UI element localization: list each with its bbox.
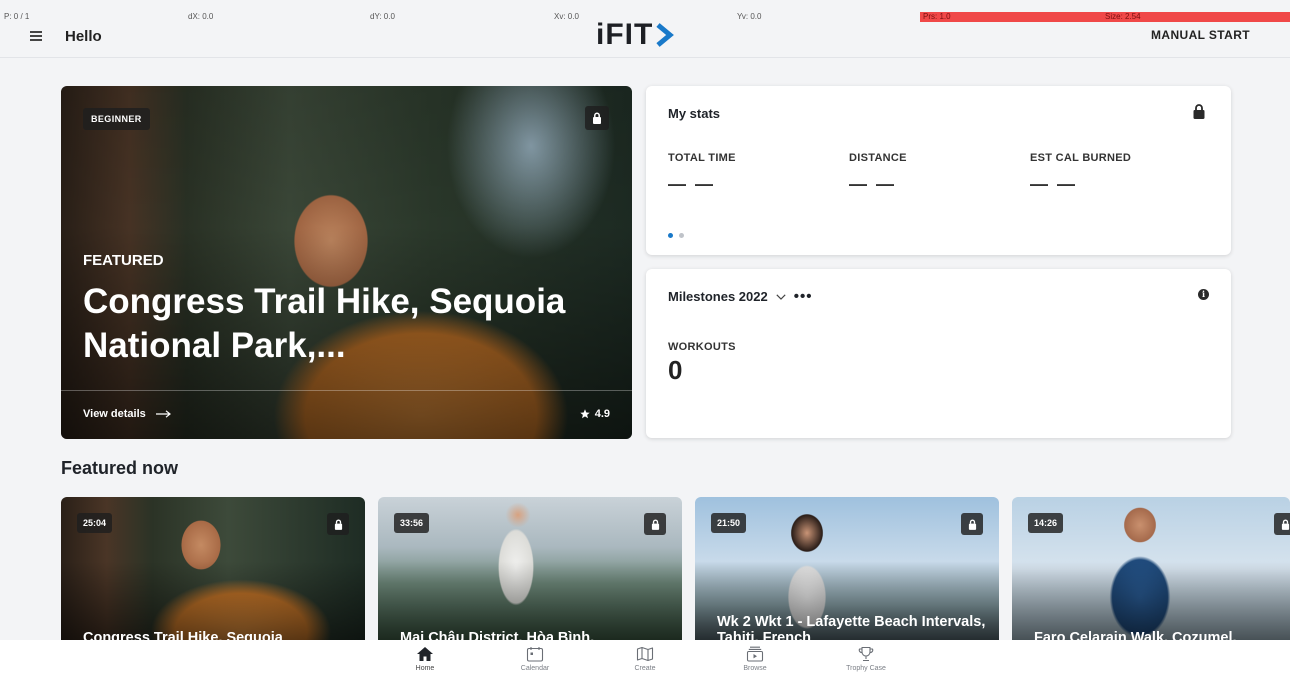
lock-icon <box>1274 513 1290 535</box>
hero-divider <box>61 390 632 391</box>
hero-title: Congress Trail Hike, Sequoia National Pa… <box>83 282 566 365</box>
duration-badge: 14:26 <box>1028 513 1064 533</box>
nav-item-browse[interactable]: Browse <box>715 646 795 672</box>
nav-label: Home <box>415 665 435 672</box>
debug-pointer: P: 0 / 1 <box>4 12 30 21</box>
app-header: Hello iFIT MANUAL START <box>0 18 1290 58</box>
logo-text: iFIT <box>596 18 654 51</box>
lock-icon <box>644 513 666 535</box>
debug-yv: Yv: 0.0 <box>737 12 762 21</box>
manual-start-button[interactable]: MANUAL START <box>1151 28 1250 42</box>
nav-item-create[interactable]: Create <box>605 646 685 672</box>
ifit-logo: iFIT <box>596 18 677 52</box>
browse-icon <box>746 646 764 662</box>
duration-badge: 33:56 <box>394 513 430 533</box>
featured-label: FEATURED <box>83 252 164 269</box>
stat-distance: DISTANCE — — <box>849 152 907 195</box>
rating: 4.9 <box>580 408 610 420</box>
logo-chevron-icon <box>656 23 675 47</box>
bottom-nav: Home Calendar Create Browse Trophy Case <box>0 640 1290 679</box>
milestones-title: Milestones 2022 <box>668 289 768 304</box>
workouts-count: 0 <box>668 355 683 385</box>
menu-icon[interactable] <box>30 30 44 42</box>
map-icon <box>636 646 654 662</box>
nav-item-trophy-case[interactable]: Trophy Case <box>826 646 906 672</box>
debug-pressure: Prs: 1.0 <box>920 12 1102 22</box>
workout-title: Wk 2 Wkt 1 - Lafayette Beach Intervals, … <box>717 614 986 640</box>
workout-card[interactable]: 25:04 Congress Trail Hike, Sequoia <box>61 497 365 640</box>
level-badge: BEGINNER <box>83 108 150 130</box>
workout-title: Faro Celarain Walk, Cozumel, <box>1034 630 1237 640</box>
home-icon <box>417 647 433 661</box>
lock-icon <box>327 513 349 535</box>
calendar-icon <box>526 647 544 662</box>
stat-value: — — <box>1030 174 1078 194</box>
lock-icon <box>585 106 609 130</box>
view-details-link[interactable]: View details <box>83 408 172 420</box>
view-details-label: View details <box>83 408 146 420</box>
nav-label: Calendar <box>520 665 550 672</box>
my-stats-card[interactable]: My stats TOTAL TIME — — DISTANCE — — EST… <box>646 86 1231 255</box>
workouts-label: WORKOUTS <box>668 341 736 353</box>
stat-label: TOTAL TIME <box>668 152 736 164</box>
trophy-icon <box>858 646 874 662</box>
page-dot-active[interactable] <box>668 233 673 238</box>
featured-hero-card[interactable]: BEGINNER FEATURED Congress Trail Hike, S… <box>61 86 632 439</box>
workout-title: Congress Trail Hike, Sequoia <box>83 630 283 640</box>
greeting: Hello <box>65 28 102 45</box>
debug-xv: Xv: 0.0 <box>554 12 579 21</box>
stat-value: — — <box>849 174 897 194</box>
info-icon[interactable]: i <box>1198 289 1209 300</box>
rating-value: 4.9 <box>594 408 610 420</box>
stat-label: EST CAL BURNED <box>1030 152 1132 164</box>
nav-item-calendar[interactable]: Calendar <box>495 646 575 672</box>
nav-label: Browse <box>743 665 767 672</box>
stat-total-time: TOTAL TIME — — <box>668 152 736 195</box>
milestones-card[interactable]: Milestones 2022 ••• i WORKOUTS 0 <box>646 269 1231 438</box>
chevron-down-icon[interactable] <box>776 293 786 300</box>
workout-card[interactable]: 33:56 Mai Châu District, Hòa Bình, <box>378 497 682 640</box>
stat-est-cal-burned: EST CAL BURNED — — <box>1030 152 1131 195</box>
page-dot[interactable] <box>679 233 684 238</box>
stats-title: My stats <box>668 106 721 121</box>
workout-title: Mai Châu District, Hòa Bình, <box>400 630 595 640</box>
nav-label: Create <box>634 665 656 672</box>
workout-card[interactable]: 14:26 Faro Celarain Walk, Cozumel, <box>1012 497 1290 640</box>
debug-dy: dY: 0.0 <box>370 12 395 21</box>
nav-label: Trophy Case <box>846 665 886 672</box>
featured-now-heading: Featured now <box>61 458 179 478</box>
stat-value: — — <box>668 174 716 194</box>
debug-dx: dX: 0.0 <box>188 12 214 21</box>
stat-label: DISTANCE <box>849 152 907 164</box>
duration-badge: 25:04 <box>77 513 113 533</box>
page-indicator[interactable] <box>668 233 684 238</box>
duration-badge: 21:50 <box>711 513 747 533</box>
nav-item-home[interactable]: Home <box>385 646 465 672</box>
more-options-icon[interactable]: ••• <box>794 288 813 305</box>
star-icon <box>580 409 590 419</box>
lock-icon <box>1193 104 1205 119</box>
debug-size: Size: 2.54 <box>1102 12 1290 22</box>
lock-icon <box>961 513 983 535</box>
workout-card[interactable]: 21:50 Wk 2 Wkt 1 - Lafayette Beach Inter… <box>695 497 999 640</box>
arrow-right-icon <box>155 410 171 418</box>
milestones-header[interactable]: Milestones 2022 ••• <box>668 288 812 305</box>
